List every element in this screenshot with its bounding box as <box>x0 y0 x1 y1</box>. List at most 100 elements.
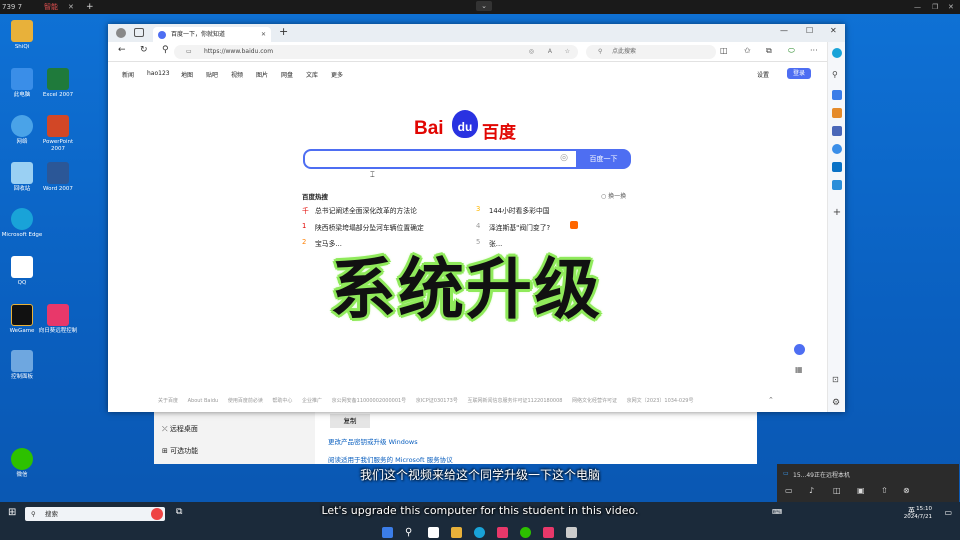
vpn-icon[interactable]: ⬭ <box>788 46 795 56</box>
minimize-icon[interactable]: — <box>914 0 921 14</box>
office-icon[interactable] <box>832 144 842 154</box>
hot-item[interactable]: 144小时看多彩中国 <box>489 205 550 215</box>
favorite-star-icon[interactable]: ☆ <box>565 45 570 59</box>
nav-link-hao123[interactable]: hao123 <box>147 70 170 77</box>
tab-close-icon[interactable]: ✕ <box>261 27 266 42</box>
baidu-search-input[interactable]: ◎ <box>303 149 578 169</box>
drop-icon[interactable] <box>832 180 842 190</box>
back-icon[interactable]: ← <box>118 45 126 55</box>
taskbar-app-icon[interactable] <box>428 527 439 538</box>
nav-link-news[interactable]: 新闻 <box>122 70 134 79</box>
nav-remote-desktop[interactable]: ⤫ 远程桌面 <box>162 424 198 434</box>
camera-icon[interactable]: ◎ <box>560 153 568 163</box>
disconnect-icon[interactable]: ⊗ <box>903 486 910 495</box>
footer-link[interactable]: 关于百度 <box>158 398 178 404</box>
footer-collapse-icon[interactable]: ⌃ <box>768 396 774 404</box>
upgrade-windows-link[interactable]: 更改产品密钥或升级 Windows <box>328 436 418 446</box>
shopping-icon[interactable] <box>832 90 842 100</box>
nav-link-wenku[interactable]: 文库 <box>306 70 318 79</box>
taskbar-search-button-icon[interactable]: ⚲ <box>405 527 416 538</box>
taskbar-explorer-icon[interactable] <box>451 527 462 538</box>
copilot-icon[interactable] <box>832 48 842 58</box>
login-button[interactable]: 登录 <box>787 68 811 79</box>
desktop-icon-word[interactable]: Word 2007 <box>36 162 80 193</box>
taskbar-edge-icon[interactable] <box>474 527 485 538</box>
url-field[interactable]: ▭ https://www.baidu.com ◎ A ☆ <box>174 45 578 59</box>
browser-search-field[interactable]: ⚲ 点此搜索 <box>586 45 716 59</box>
desktop-icon-powerpoint[interactable]: PowerPoint 2007 <box>36 115 80 153</box>
restore-icon[interactable]: ❐ <box>932 0 938 14</box>
profile-icon[interactable] <box>116 28 126 38</box>
top-bar-close-icon[interactable]: ✕ <box>68 0 74 14</box>
nav-link-pan[interactable]: 网盘 <box>281 70 293 79</box>
footer-link[interactable]: 网络文化经营许可证 <box>572 398 617 404</box>
nav-link-more[interactable]: 更多 <box>331 70 343 79</box>
footer-link[interactable]: 互联网新闻信息服务许可证11220180008 <box>467 398 562 404</box>
screenshot-icon[interactable]: ◫ <box>833 486 841 495</box>
close-icon[interactable]: ✕ <box>948 0 954 14</box>
read-aloud-icon[interactable]: A <box>548 45 552 59</box>
footer-link[interactable]: 京ICP证030173号 <box>416 398 458 404</box>
microphone-icon[interactable]: ♪ <box>809 486 814 495</box>
sidebar-hide-icon[interactable]: ⊡ <box>832 375 842 385</box>
tab-actions-icon[interactable] <box>134 28 144 37</box>
footer-link[interactable]: 帮助中心 <box>272 398 292 404</box>
close-window-icon[interactable]: ✕ <box>830 26 837 35</box>
favorites-icon[interactable]: ✩ <box>744 46 751 55</box>
desktop-icon-control-panel[interactable]: 控制面板 <box>0 350 44 381</box>
nav-link-tieba[interactable]: 贴吧 <box>206 70 218 79</box>
record-icon[interactable]: ▣ <box>857 486 865 495</box>
taskbar-chrome-icon[interactable] <box>497 527 508 538</box>
footer-link[interactable]: About Baidu <box>188 398 219 404</box>
sidebar-settings-icon[interactable]: ⚙ <box>832 398 842 408</box>
extension-icon[interactable]: ◎ <box>529 45 534 59</box>
qr-code-icon[interactable]: ▦ <box>795 365 803 374</box>
maximize-window-icon[interactable]: ☐ <box>806 26 813 35</box>
hot-item[interactable]: 陕西桥梁垮塌部分坠河车辆位置确定 <box>315 222 424 232</box>
tools-icon[interactable] <box>832 108 842 118</box>
minimize-window-icon[interactable]: — <box>780 26 788 35</box>
assistant-icon[interactable] <box>794 344 805 355</box>
nav-link-map[interactable]: 地图 <box>181 70 193 79</box>
collections-icon[interactable]: ⧉ <box>766 46 772 56</box>
desktop-icon-excel[interactable]: Excel 2007 <box>36 68 80 99</box>
top-bar-tab[interactable]: 智能 <box>44 0 58 14</box>
service-agreement-link[interactable]: 阅读适用于我们服务的 Microsoft 服务协议 <box>328 454 453 464</box>
games-icon[interactable] <box>832 126 842 136</box>
taskbar-widgets-icon[interactable] <box>382 527 393 538</box>
file-transfer-icon[interactable]: ⇧ <box>881 486 888 495</box>
new-tab-icon[interactable]: + <box>279 25 288 38</box>
taskbar-sunlogin-icon[interactable] <box>543 527 554 538</box>
split-screen-icon[interactable]: ◫ <box>720 46 728 55</box>
chat-icon[interactable]: ▭ <box>785 486 793 495</box>
desktop-icon-qq[interactable]: QQ <box>0 256 44 287</box>
more-menu-icon[interactable]: ··· <box>810 46 818 55</box>
chevron-down-icon[interactable]: ⌄ <box>476 1 492 11</box>
sidebar-add-icon[interactable]: + <box>832 208 842 218</box>
top-bar-add-icon[interactable]: + <box>86 0 94 14</box>
footer-link[interactable]: 京网文〔2023〕1034-029号 <box>627 398 694 404</box>
footer-link[interactable]: 京公网安备11000002000001号 <box>332 398 407 404</box>
taskbar-settings-icon[interactable] <box>566 527 577 538</box>
search-icon[interactable]: ⚲ <box>162 45 169 55</box>
footer-link[interactable]: 使用百度前必读 <box>228 398 263 404</box>
settings-link[interactable]: 设置 <box>757 70 769 79</box>
refresh-icon[interactable]: ↻ <box>140 45 148 55</box>
outlook-icon[interactable] <box>832 162 842 172</box>
nav-optional-features[interactable]: ⊞ 可选功能 <box>162 446 198 456</box>
sidebar-search-icon[interactable]: ⚲ <box>832 70 842 80</box>
nav-link-images[interactable]: 图片 <box>256 70 268 79</box>
desktop-icon-sunlogin[interactable]: 向日葵远程控制 <box>36 304 80 335</box>
desktop-icon-edge[interactable]: Microsoft Edge <box>0 208 44 239</box>
hot-search-title[interactable]: 百度热搜 <box>302 191 328 201</box>
footer-link[interactable]: 企业推广 <box>302 398 322 404</box>
baidu-search-button[interactable]: 百度一下 <box>576 149 631 169</box>
tab-baidu[interactable]: 百度一下，你就知道 ✕ <box>153 27 271 42</box>
hot-item[interactable]: 泽连斯基"阀门变了? <box>489 222 550 232</box>
refresh-hot-link[interactable]: ○ 换一换 <box>601 191 626 200</box>
nav-link-video[interactable]: 视频 <box>231 70 243 79</box>
taskbar-wechat-icon[interactable] <box>520 527 531 538</box>
desktop-icon-shiqi[interactable]: ShiQi <box>0 20 44 51</box>
hot-item[interactable]: 总书记阐述全面深化改革的方法论 <box>315 205 417 215</box>
copy-button[interactable]: 复制 <box>330 414 370 428</box>
